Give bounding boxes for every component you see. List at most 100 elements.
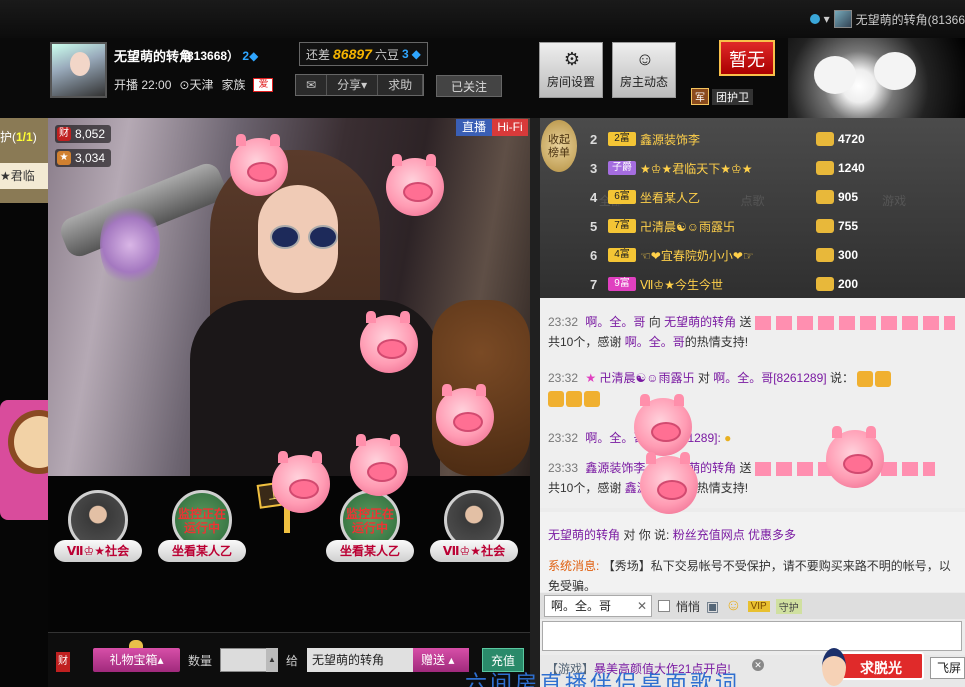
- chat-target-select[interactable]: 啊。全。哥 ✕: [544, 595, 652, 617]
- coin-icon: [816, 277, 834, 291]
- gift-box-button[interactable]: 礼物宝箱▴: [93, 640, 180, 672]
- rank-name: ☜❤宜春院奶小小❤☞: [640, 248, 754, 263]
- thumbs-up-icon: [548, 390, 564, 407]
- pig-sticker: [350, 434, 408, 496]
- send-gift-button[interactable]: 赠送 ▴: [413, 648, 469, 672]
- quantity-label: 数量: [188, 654, 213, 668]
- coin-icon: [816, 190, 834, 204]
- star-icon: ★: [585, 371, 597, 385]
- wealth-button[interactable]: 财: [56, 652, 70, 672]
- chat-user[interactable]: 鑫源装饰李: [585, 461, 645, 475]
- chat-time: 23:32: [548, 371, 579, 385]
- owner-dynamics-label: 房主动态: [619, 75, 668, 89]
- family-tag[interactable]: 爱: [253, 77, 274, 92]
- pig-sticker: [826, 426, 884, 488]
- anchor-avatar[interactable]: [50, 42, 107, 98]
- chat-target[interactable]: 啊。全。哥[8261289]: [713, 371, 826, 385]
- owner-dynamics-button[interactable]: ☺ 房主动态: [612, 42, 676, 98]
- rank-badge: 4富: [608, 248, 636, 262]
- collapse-rank-button[interactable]: 收起 榜单: [541, 120, 577, 172]
- whisper-checkbox[interactable]: [658, 600, 670, 612]
- chat-time: 23:33: [548, 461, 579, 475]
- vip-icon[interactable]: VIP: [747, 600, 770, 612]
- pig-sticker: [230, 134, 288, 196]
- rank-row[interactable]: 3 子爵 ★♔★君临天下★♔★ 1240: [590, 155, 960, 181]
- app-root: ▾ 无望萌的转角(81366 无望萌的转角 （813668） 2◆ 还差 868…: [0, 0, 965, 687]
- emoji-icon[interactable]: ☺: [725, 597, 741, 615]
- sunglasses: [270, 225, 340, 249]
- close-icon[interactable]: ✕: [637, 596, 647, 616]
- guard-count-suffix: ): [32, 130, 37, 144]
- chat-list[interactable]: 23:32 啊。全。哥 向 无望萌的转角 送 共10个，感谢 啊。全。哥的热情支…: [540, 298, 965, 508]
- rank-row[interactable]: 7 9富 Ⅶ♔★今生今世 200: [590, 271, 960, 297]
- rank-row[interactable]: 2 2富 鑫源装饰李 4720: [590, 126, 960, 152]
- live-tag: 直播: [456, 119, 492, 136]
- chat-user[interactable]: 卍清晨☯☺雨露卐: [599, 371, 694, 385]
- thumbs-up-icon: [566, 390, 582, 407]
- flowers-image: [100, 200, 160, 290]
- chat-toolbar: 啊。全。哥 ✕ 悄悄 ▣ ☺ VIP 守护: [540, 593, 965, 619]
- rank-row[interactable]: 5 7富 卍清晨☯☺雨露卐 755: [590, 213, 960, 239]
- share-button[interactable]: 分享▾: [327, 75, 379, 95]
- fans-value: 3,034: [75, 151, 106, 165]
- wealth-icon: 财: [57, 127, 71, 141]
- guard-rank-badge[interactable]: 暂无: [719, 40, 775, 76]
- guard-icon: 军: [691, 88, 709, 105]
- fly-screen-button[interactable]: 飞屏: [930, 657, 965, 679]
- seat-4[interactable]: Ⅶ♔★社会: [430, 490, 518, 572]
- recipient-select[interactable]: 无望萌的转角: [307, 648, 413, 672]
- mail-icon[interactable]: ✉: [296, 75, 328, 95]
- chat-target[interactable]: 无望萌的转角: [664, 315, 736, 329]
- guard-team[interactable]: 军 团护卫: [691, 88, 753, 105]
- rank-number: 6: [590, 247, 598, 263]
- quantity-dropdown-icon[interactable]: ▲: [266, 648, 278, 672]
- room-settings-button[interactable]: ⚙ 房间设置: [539, 42, 603, 98]
- system-text: 【秀场】私下交易帐号不受保护，请不要购买来路不明的帐号，以免受骗。: [548, 559, 951, 592]
- person-icon: ☺: [635, 49, 655, 69]
- seat-2[interactable]: 监控正在运行中 坐看某人乙: [158, 490, 246, 572]
- help-request-button[interactable]: 求脱光: [822, 648, 924, 686]
- close-icon[interactable]: ✕: [752, 659, 764, 671]
- guard-label: 团护卫: [712, 88, 753, 105]
- chevron-up-icon: ▴: [448, 653, 455, 667]
- private-mid: 对 你 说:: [623, 528, 670, 542]
- seat-name: Ⅶ♔★社会: [430, 540, 518, 562]
- chat-message: 23:32 啊。全。哥 对 [8261289]: ●: [548, 428, 961, 448]
- guard-icon[interactable]: 守护: [775, 598, 802, 614]
- anchor-id-text: （813668）: [175, 49, 240, 63]
- top-user[interactable]: ▾ 无望萌的转角(81366: [809, 6, 965, 32]
- chat-tail: 共10个，感谢: [548, 481, 622, 495]
- system-label: 系统消息:: [548, 559, 600, 573]
- guard-count-prefix: 护(: [0, 130, 16, 144]
- chat-tail-user[interactable]: 啊。全。哥: [625, 335, 685, 349]
- guard-member[interactable]: ★君临: [0, 163, 48, 189]
- private-user[interactable]: 无望萌的转角: [548, 528, 620, 542]
- location-text: 天津: [189, 78, 214, 92]
- wealth-value: 8,052: [75, 127, 106, 141]
- rank-row[interactable]: 6 4富 ☜❤宜春院奶小小❤☞ 300: [590, 242, 960, 268]
- help-button[interactable]: 求助: [378, 75, 424, 95]
- chat-user[interactable]: 啊。全。哥: [585, 315, 645, 329]
- dropdown-icon[interactable]: ▾: [824, 12, 830, 26]
- seat-3[interactable]: 监控正在运行中 坐看某人乙: [326, 490, 414, 572]
- chat-tail-end: 的热情支持!: [684, 335, 749, 349]
- guard-side-panel[interactable]: 护(1/1) ★君临: [0, 118, 48, 203]
- seat-name: 坐看某人乙: [326, 540, 414, 562]
- rank-number: 5: [590, 218, 598, 234]
- rank-amount: 200: [838, 277, 859, 291]
- seat-1[interactable]: Ⅶ♔★社会: [54, 490, 142, 572]
- private-chat[interactable]: 无望萌的转角 对 你 说: 粉丝充值网点 优惠多多 系统消息: 【秀场】私下交易…: [540, 512, 965, 592]
- anchor-info: 开播 22:00 ⊙天津 家族 爱: [114, 76, 274, 93]
- diff-value: 86897: [333, 46, 372, 62]
- status-icon: [809, 14, 820, 24]
- user-avatar[interactable]: [833, 10, 852, 28]
- chat-message: 23:32 ★ 卍清晨☯☺雨露卐 对 啊。全。哥[8261289] 说：: [548, 368, 961, 408]
- hifi-tag[interactable]: Hi-Fi: [492, 119, 528, 136]
- image-icon[interactable]: ▣: [706, 598, 719, 615]
- thumbs-up-icon: [584, 390, 600, 407]
- anchor-actions: ✉ 分享▾ 求助: [295, 74, 425, 96]
- rank-row[interactable]: 4 6富 坐看某人乙 905: [590, 184, 960, 210]
- chat-input[interactable]: [542, 621, 962, 651]
- rank-amount: 755: [838, 219, 859, 233]
- follow-button[interactable]: 已关注: [436, 75, 502, 97]
